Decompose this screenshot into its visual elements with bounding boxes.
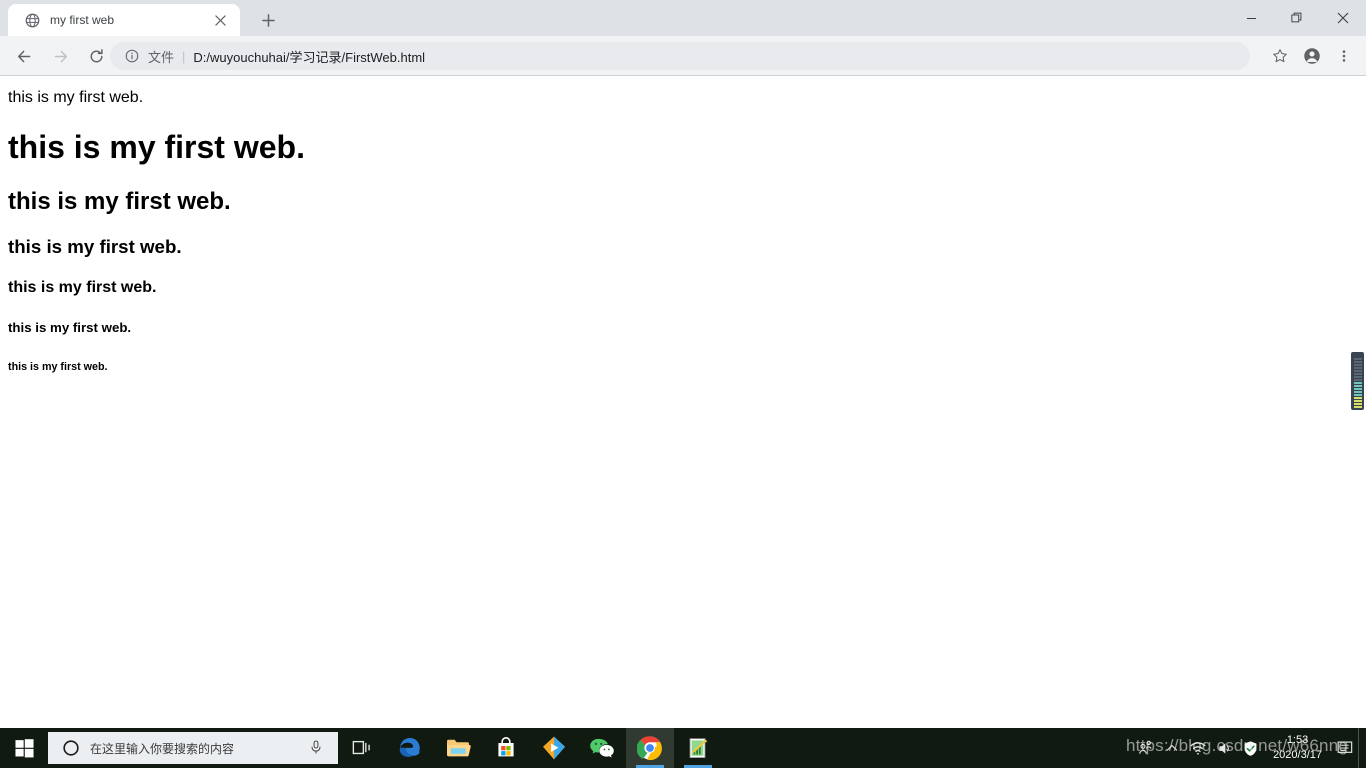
html-document-body: this is my first web. this is my first we… — [0, 89, 1366, 373]
notepad-editor-icon[interactable] — [674, 728, 722, 768]
address-bar[interactable]: 文件 | D:/wuyouchuhai/学习记录/FirstWeb.html — [110, 42, 1250, 70]
page-viewport: this is my first web. this is my first we… — [0, 76, 1366, 728]
search-input[interactable]: 在这里输入你要搜索的内容 — [48, 732, 338, 764]
toolbar-actions — [1266, 42, 1362, 70]
url-separator: | — [182, 48, 186, 64]
meter-segment — [1353, 388, 1362, 390]
people-icon[interactable] — [1133, 728, 1159, 768]
microsoft-edge-icon[interactable] — [386, 728, 434, 768]
meter-segment — [1353, 367, 1362, 369]
clock-time: 1:53 — [1286, 734, 1309, 747]
browser-tab[interactable]: my first web — [8, 4, 240, 36]
globe-icon — [24, 12, 40, 28]
wifi-icon[interactable] — [1185, 728, 1211, 768]
meter-segment — [1353, 385, 1362, 387]
shield-check-icon[interactable] — [1237, 728, 1263, 768]
page-p-text: this is my first web. — [8, 89, 144, 106]
forward-arrow-icon[interactable] — [46, 42, 74, 70]
wechat-icon[interactable] — [578, 728, 626, 768]
star-icon[interactable] — [1266, 42, 1294, 70]
window-controls — [1228, 0, 1366, 36]
url-text: D:/wuyouchuhai/学习记录/FirstWeb.html — [193, 49, 426, 65]
google-chrome-icon[interactable] — [626, 728, 674, 768]
tab-title: my first web — [50, 13, 115, 27]
meter-segment — [1353, 358, 1362, 360]
search-placeholder: 在这里输入你要搜索的内容 — [90, 741, 235, 756]
cortana-circle-icon — [62, 739, 80, 757]
media-player-icon[interactable] — [530, 728, 578, 768]
close-icon[interactable] — [1320, 0, 1366, 36]
meter-segment — [1353, 394, 1362, 396]
clock-date: 2020/3/17 — [1273, 749, 1322, 761]
action-center-icon[interactable] — [1332, 728, 1358, 768]
windows-taskbar: 在这里输入你要搜索的内容 1:53 2020/3/17 — [0, 728, 1366, 768]
restore-icon[interactable] — [1274, 0, 1320, 36]
speaker-icon[interactable] — [1211, 728, 1237, 768]
show-desktop-button[interactable] — [1358, 728, 1366, 768]
meter-segment — [1353, 376, 1362, 378]
minimize-icon[interactable] — [1228, 0, 1274, 36]
info-circle-icon[interactable] — [124, 48, 140, 64]
system-tray: 1:53 2020/3/17 — [1133, 728, 1366, 768]
url-scheme-label: 文件 — [148, 49, 175, 65]
taskbar-clock[interactable]: 1:53 2020/3/17 — [1263, 728, 1332, 768]
browser-toolbar: 文件 | D:/wuyouchuhai/学习记录/FirstWeb.html — [0, 36, 1366, 76]
page-h2-text: this is my first web. — [8, 187, 231, 215]
meter-segment — [1353, 391, 1362, 393]
account-avatar-icon[interactable] — [1298, 42, 1326, 70]
file-explorer-icon[interactable] — [434, 728, 482, 768]
meter-segment — [1353, 370, 1362, 372]
close-icon[interactable] — [212, 12, 228, 28]
volume-level-meter[interactable] — [1351, 352, 1364, 410]
meter-segment — [1353, 379, 1362, 381]
meter-segment — [1353, 382, 1362, 384]
chevron-up-icon[interactable] — [1159, 728, 1185, 768]
meter-segment — [1353, 361, 1362, 363]
task-view-icon[interactable] — [338, 728, 386, 768]
meter-segment — [1353, 406, 1362, 408]
tab-strip: my first web — [0, 0, 1366, 36]
microsoft-store-icon[interactable] — [482, 728, 530, 768]
three-dot-menu-icon[interactable] — [1330, 42, 1358, 70]
meter-segment — [1353, 403, 1362, 405]
windows-start-icon[interactable] — [0, 728, 48, 768]
chrome-browser-window: my first web 文件 | D:/wuyouchuhai/学习记录/Fi… — [0, 0, 1366, 728]
new-tab-button[interactable] — [254, 6, 282, 34]
page-h1-text: this is my first web. — [8, 128, 305, 165]
page-h4-text: this is my first web. — [8, 279, 157, 297]
microphone-icon[interactable] — [308, 739, 326, 757]
page-h6-text: this is my first web. — [8, 360, 108, 373]
meter-segment — [1353, 373, 1362, 375]
page-h3-text: this is my first web. — [8, 235, 182, 257]
back-arrow-icon[interactable] — [10, 42, 38, 70]
page-h5-text: this is my first web. — [8, 320, 132, 336]
meter-segment — [1353, 400, 1362, 402]
meter-segment — [1353, 397, 1362, 399]
meter-segment — [1353, 364, 1362, 366]
reload-icon[interactable] — [82, 42, 110, 70]
